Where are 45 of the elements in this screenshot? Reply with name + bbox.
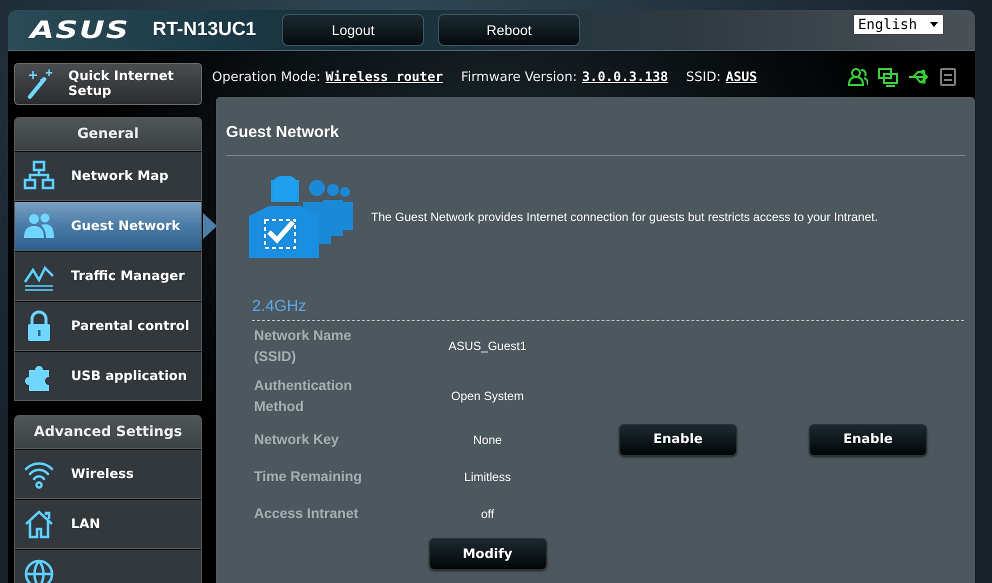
field-value: off <box>480 506 496 520</box>
field-label: Authentication Method <box>254 376 353 416</box>
field-value: Limitless <box>463 470 512 484</box>
info-link[interactable]: ASUS <box>726 70 758 84</box>
field-value: ASUS_Guest1 <box>447 339 528 353</box>
logo: ASUS <box>30 16 130 44</box>
enable-button[interactable]: Enable <box>619 424 737 456</box>
users-icon[interactable] <box>848 67 868 87</box>
field-value: Open System <box>450 389 525 403</box>
field-value: None <box>472 432 503 446</box>
model-name: RT-N13UC1 <box>152 19 256 41</box>
sidebar-item[interactable]: USB application <box>14 351 202 401</box>
description-text: The Guest Network provides Internet connection for guests but restricts access to your Intranet. <box>371 210 878 224</box>
sidebar-item[interactable]: Traffic Manager <box>14 251 202 301</box>
modify-button[interactable]: Modify <box>428 538 546 570</box>
info-link[interactable]: 3.0.0.3.138 <box>582 70 668 84</box>
pointer-arrow-icon <box>203 213 217 239</box>
info-label: Firmware Version: <box>461 70 577 84</box>
caret-icon <box>930 22 938 27</box>
field-label: Network Name (SSID) <box>254 326 352 366</box>
sidebar-item[interactable]: Network Map <box>14 151 202 201</box>
field-label: Time Remaining <box>254 467 363 486</box>
band-heading: 2.4GHz <box>252 298 964 321</box>
printer-icon[interactable] <box>938 67 958 87</box>
sidebar-item[interactable]: Parental control <box>14 301 202 351</box>
enable-button[interactable]: Enable <box>809 424 927 456</box>
quick-setup-button[interactable]: Quick Internet Setup <box>14 63 202 105</box>
globe-icon <box>23 558 55 583</box>
house-icon <box>23 508 55 540</box>
language-dropdown[interactable]: English <box>854 15 943 34</box>
sidebar-item[interactable]: LAN <box>14 499 202 549</box>
page-title: Guest Network <box>226 97 965 156</box>
monitors-icon[interactable] <box>878 67 898 87</box>
reboot-button[interactable]: Reboot <box>438 14 580 46</box>
info-label: Operation Mode: <box>212 70 321 84</box>
section-header: General <box>14 117 202 151</box>
network-map-icon <box>23 160 55 192</box>
info-link[interactable]: Wireless router <box>326 70 444 84</box>
sidebar-item[interactable]: Wireless <box>14 449 202 499</box>
logout-button[interactable]: Logout <box>282 14 424 46</box>
section-header: Advanced Settings <box>14 415 202 449</box>
info-label: SSID: <box>686 70 721 84</box>
field-label: Network Key <box>254 430 340 449</box>
field-label: Access Intranet <box>254 504 360 523</box>
sidebar-item[interactable]: Guest Network <box>14 201 202 251</box>
